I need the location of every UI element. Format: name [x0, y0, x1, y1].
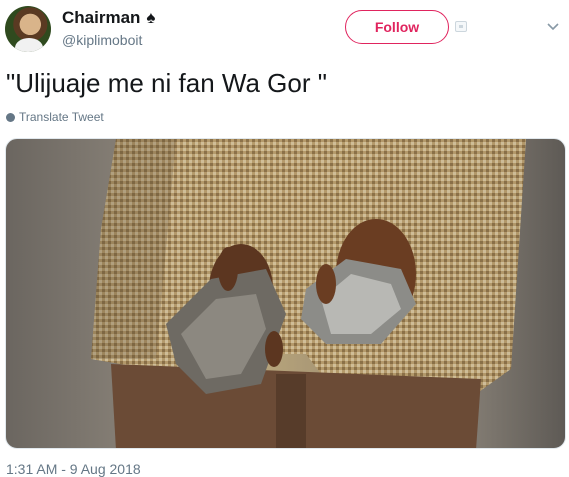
avatar[interactable]	[5, 6, 51, 52]
spade-icon: ♠	[146, 8, 156, 27]
translate-label[interactable]: Translate Tweet	[19, 110, 104, 124]
photo-illustration	[91, 139, 526, 448]
author-handle[interactable]: @kiplimoboit	[62, 32, 142, 48]
follow-button[interactable]: Follow	[345, 10, 449, 44]
avatar-shirt	[15, 38, 43, 52]
tweet-text: "Ulijuaje me ni fan Wa Gor "	[6, 68, 327, 98]
account-card-icon	[455, 21, 467, 32]
chevron-down-icon[interactable]	[547, 20, 559, 32]
tweet-photo[interactable]	[5, 138, 566, 449]
display-name-text[interactable]: Chairman	[62, 8, 140, 28]
translate-tweet-link[interactable]: Translate Tweet	[6, 110, 104, 124]
author-name[interactable]: Chairman ♠	[62, 8, 155, 28]
globe-icon	[6, 112, 15, 122]
